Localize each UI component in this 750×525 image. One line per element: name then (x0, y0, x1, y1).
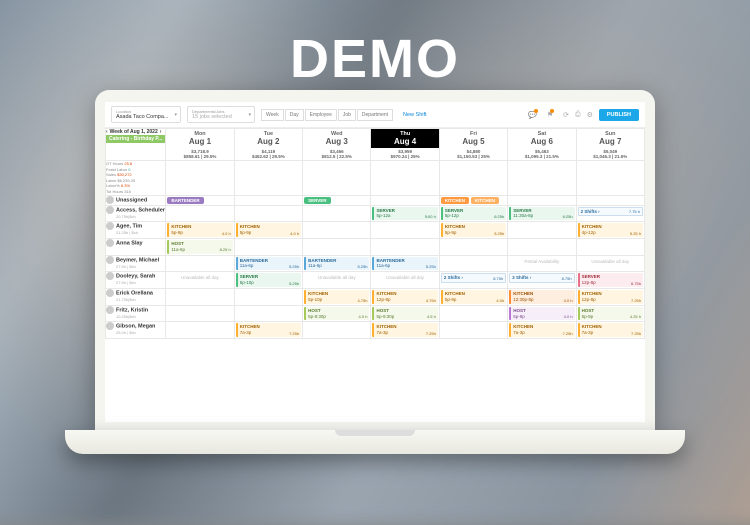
shift-block[interactable]: 2 Shifts ›7.75 h (578, 207, 643, 217)
shift-block[interactable]: HOST5p-9p4.0 h (509, 307, 574, 321)
avatar (106, 256, 114, 264)
shift-block[interactable]: SERVER5p-10p5.25h (236, 273, 301, 287)
shift-block[interactable]: BARTENDER11a-6p5.25h (236, 257, 301, 271)
tab-day[interactable]: Day (285, 109, 304, 121)
shift-block[interactable]: HOST11a-6p8.25 h (167, 240, 232, 254)
shift-block[interactable]: BARTENDER11a-6p5.25h (304, 257, 369, 271)
shift-block[interactable]: KITCHEN12:30p-8p4.0 h (509, 290, 574, 304)
print-icon[interactable]: ⎙ (575, 111, 581, 119)
avatar (106, 289, 114, 297)
week-nav[interactable]: ‹Week of Aug 1, 2022›Catering - Birthday… (106, 129, 166, 161)
dept-select[interactable]: Departments/Jobs 15 jobs selected (187, 106, 255, 123)
role-tag[interactable]: KITCHEN (441, 197, 469, 204)
shift-block[interactable]: BARTENDER11a-6p5.25h (372, 257, 437, 271)
unavailable-text: Unavailable all day (166, 272, 233, 283)
new-shift-link[interactable]: New Shift (403, 112, 427, 118)
hero-text: DEMO (0, 28, 750, 90)
avatar (106, 222, 114, 230)
unavailable-text: Unavailable all day (371, 272, 438, 283)
shift-block[interactable]: HOST5p-9:30p4.5 h (372, 307, 437, 321)
app-screen: Location Asada Taco Compa... Departments… (105, 102, 645, 422)
avatar (106, 306, 114, 314)
shift-block[interactable]: KITCHEN7a-3p7.25h (578, 323, 643, 337)
shift-block[interactable]: SERVER12p-8p6.75h (578, 273, 643, 287)
tab-job[interactable]: Job (338, 109, 356, 121)
shift-block[interactable]: KITCHEN12p-8p4.75h (372, 290, 437, 304)
employee-cell[interactable]: Agee, Tim21.25h | $xh (106, 222, 166, 239)
day-header[interactable]: ThuAug 4$3,959$970.24 | 25% (371, 129, 439, 161)
chat-icon[interactable]: 💬 (528, 111, 541, 119)
role-tag[interactable]: KITCHEN (471, 197, 499, 204)
shift-block[interactable]: HOST5p-9p4.25 h (578, 307, 643, 321)
employee-cell[interactable]: Access, Scheduler20.75h|$xh (106, 205, 166, 222)
shift-block[interactable]: KITCHEN7a-3p7.25h (372, 323, 437, 337)
laptop-base (65, 430, 685, 454)
location-select[interactable]: Location Asada Taco Compa... (111, 106, 181, 123)
view-tabs: Week Day Employee Job Department (261, 109, 393, 121)
shift-block[interactable]: KITCHEN7a-3p7.25h (509, 323, 574, 337)
employee-cell[interactable]: Dooleyy, Sarah27.5h | $xh (106, 272, 166, 289)
employee-cell[interactable]: Beymer, Michael27.5h | $xh (106, 255, 166, 272)
shift-block[interactable]: KITCHEN5p-9p4.0 h (236, 223, 301, 237)
avatar (106, 322, 114, 330)
shift-block[interactable]: KITCHEN5p-9p4.0 h (167, 223, 232, 237)
shift-block[interactable]: HOST5p-8:30p4.0 h (304, 307, 369, 321)
toolbar: Location Asada Taco Compa... Departments… (105, 102, 645, 128)
event-tag[interactable]: Catering - Birthday P... (106, 135, 165, 143)
gear-icon[interactable]: ⚙ (587, 111, 593, 119)
day-header[interactable]: TueAug 2$4,119$452.62 | 29.5% (234, 129, 302, 161)
shift-block[interactable]: KITCHEN12p-8p7.25h (578, 290, 643, 304)
shift-block[interactable]: KITCHEN7a-3p7.25h (236, 323, 301, 337)
avatar (106, 206, 114, 214)
schedule-grid: ‹Week of Aug 1, 2022›Catering - Birthday… (105, 128, 645, 339)
day-header[interactable]: SatAug 6$5,463$1,095.3 | 21.5% (508, 129, 576, 161)
avatar (106, 239, 114, 247)
day-header[interactable]: FriAug 5$4,880$1,150.53 | 25% (439, 129, 507, 161)
employee-cell[interactable]: Anna Slay (106, 238, 166, 255)
shift-block[interactable]: SERVER11:30a-8p6:25h (509, 207, 574, 221)
tab-department[interactable]: Department (357, 109, 393, 121)
unavailable-text: Unavailable all day (577, 256, 644, 267)
role-tag[interactable]: SERVER (304, 197, 330, 204)
flag-icon[interactable]: ⚑ (547, 111, 557, 119)
unavailable-text: Partial Availability (508, 256, 575, 267)
avatar (106, 272, 114, 280)
shift-block[interactable]: KITCHEN4p-12p5.25 h (578, 223, 643, 237)
role-tag[interactable]: BARTENDER (167, 197, 203, 204)
shift-block[interactable]: SERVER5p-12p6:25h (441, 207, 506, 221)
shift-block[interactable]: KITCHEN5p-10p4.75h (304, 290, 369, 304)
shift-block[interactable]: 2 Shifts ›8.75h (509, 273, 574, 283)
employee-cell[interactable]: Fritz, Kristin10.25h|$xh (106, 305, 166, 322)
employee-cell[interactable]: Gibson, Megan25.0h | $xh (106, 322, 166, 339)
day-header[interactable]: WedAug 3$3,466$812.5 | 22.5% (303, 129, 371, 161)
publish-button[interactable]: PUBLISH (599, 109, 639, 121)
day-header[interactable]: SunAug 7$5,049$1,046.3 | 21.5% (576, 129, 644, 161)
stats-panel: OT Hours 25.8Fcstd Labor 0Sales $30,272L… (106, 161, 166, 196)
tab-week[interactable]: Week (261, 109, 284, 121)
unassigned-row: Unassigned (106, 195, 166, 205)
employee-cell[interactable]: Erick Orellana21.75h|$xh (106, 289, 166, 306)
laptop-mockup: Location Asada Taco Compa... Departments… (95, 90, 655, 454)
shift-block[interactable]: SERVER5p-12a5:00 h (372, 207, 437, 221)
refresh-icon[interactable]: ⟳ (563, 111, 569, 119)
tab-employee[interactable]: Employee (305, 109, 337, 121)
day-header[interactable]: MonAug 1$3,718.9$858.61 | 29.5% (166, 129, 234, 161)
shift-block[interactable]: KITCHEN5p-9p5.25h (441, 223, 506, 237)
unavailable-text: Unavailable all day (303, 272, 370, 283)
shift-block[interactable]: KITCHEN5p-9p4.0h (441, 290, 506, 304)
shift-block[interactable]: 2 Shifts ›8.75h (441, 273, 506, 283)
